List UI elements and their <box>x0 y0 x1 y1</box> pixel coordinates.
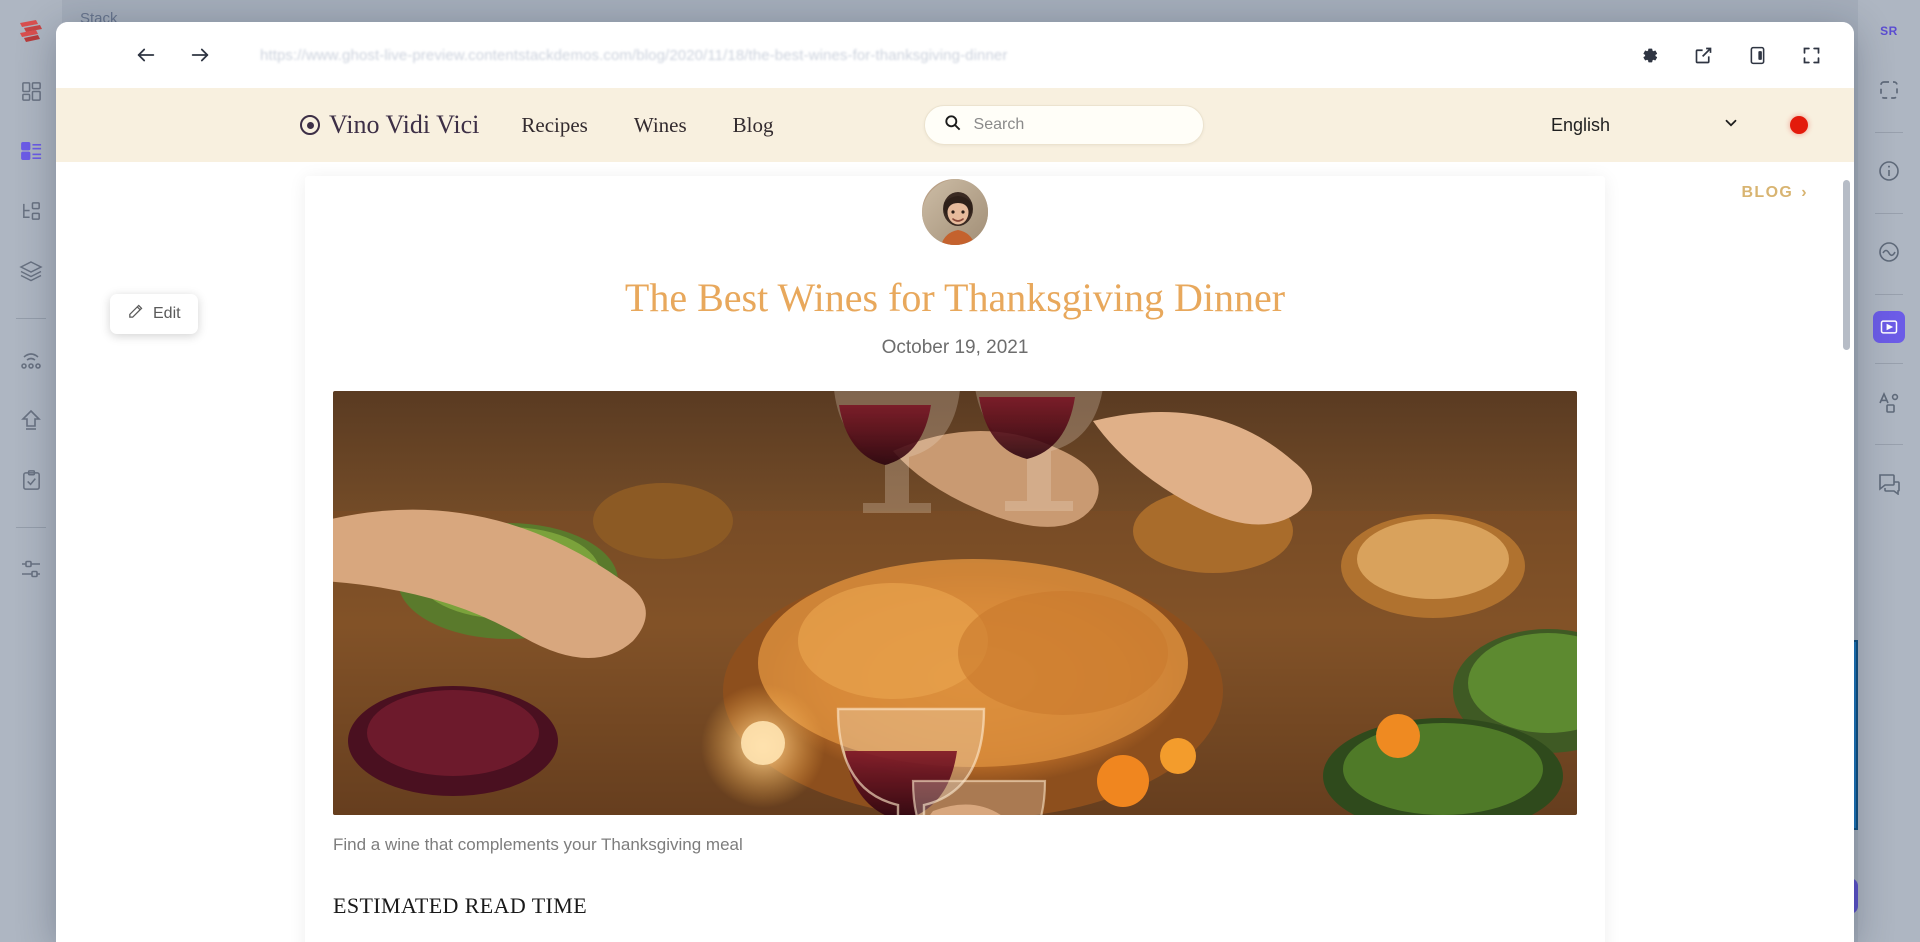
site-preview: Vino Vidi Vici Recipes Wines Blog Search… <box>56 88 1854 942</box>
avatar[interactable]: SR <box>1872 14 1906 48</box>
live-preview-play-icon[interactable] <box>1873 311 1905 343</box>
sidebar-item-content-types[interactable] <box>8 128 54 174</box>
sidebar-item-audit-log[interactable] <box>8 457 54 503</box>
screen-root: Stack SR https://www.ghost-live-preview.… <box>0 0 1920 942</box>
selection-frame-icon[interactable] <box>1867 68 1911 112</box>
sidebar-item-dashboard[interactable] <box>8 68 54 114</box>
preview-scrollbar-thumb[interactable] <box>1843 180 1850 350</box>
edit-button-label: Edit <box>153 305 181 322</box>
language-value: English <box>1550 114 1610 135</box>
info-icon[interactable] <box>1867 149 1911 193</box>
nav-item-wines[interactable]: Wines <box>634 113 687 138</box>
sidebar-divider-2 <box>16 527 46 528</box>
sidebar-item-assets[interactable] <box>8 248 54 294</box>
site-nav: Recipes Wines Blog <box>521 113 773 138</box>
site-logo[interactable]: Vino Vidi Vici <box>300 110 479 140</box>
activity-icon[interactable] <box>1867 230 1911 274</box>
site-header: Vino Vidi Vici Recipes Wines Blog Search… <box>56 88 1854 162</box>
page-title: The Best Wines for Thanksgiving Dinner <box>624 275 1286 320</box>
breadcrumb-blog[interactable]: BLOG <box>1741 184 1793 202</box>
article-card: The Best Wines for Thanksgiving Dinner O… <box>305 176 1605 942</box>
device-preview-icon[interactable] <box>1746 44 1768 66</box>
right-divider-2 <box>1875 213 1903 214</box>
author-avatar <box>919 176 991 248</box>
sidebar-item-publish-queue[interactable] <box>8 397 54 443</box>
sidebar-divider <box>16 318 46 319</box>
search-icon <box>943 113 962 137</box>
comments-icon[interactable] <box>1867 461 1911 505</box>
chevron-down-icon[interactable] <box>1722 114 1740 136</box>
section-heading-read-time: ESTIMATED READ TIME <box>333 893 588 918</box>
sidebar-item-settings[interactable] <box>8 546 54 592</box>
brand-name: Vino Vidi Vici <box>329 110 480 139</box>
url-bar[interactable]: https://www.ghost-live-preview.contentst… <box>260 47 1638 64</box>
sidebar-item-live-preview[interactable] <box>8 337 54 383</box>
back-button[interactable] <box>126 35 166 75</box>
settings-gear-icon[interactable] <box>1638 44 1660 66</box>
search-box[interactable] <box>923 105 1204 145</box>
edit-button[interactable]: Edit <box>110 294 198 334</box>
record-indicator <box>1790 116 1808 134</box>
right-divider-1 <box>1875 132 1903 133</box>
forward-button[interactable] <box>180 35 220 75</box>
sidebar-item-entries[interactable] <box>8 188 54 234</box>
fullscreen-icon[interactable] <box>1800 44 1822 66</box>
right-divider-5 <box>1875 444 1903 445</box>
language-selector[interactable]: English <box>1551 114 1748 136</box>
image-caption: Find a wine that complements your Thanks… <box>333 835 743 854</box>
wine-drop-icon <box>300 115 320 135</box>
open-external-icon[interactable] <box>1692 44 1714 66</box>
left-sidebar <box>0 0 62 942</box>
live-preview-window: https://www.ghost-live-preview.contentst… <box>56 22 1854 942</box>
right-divider-3 <box>1875 294 1903 295</box>
contentstack-logo-icon[interactable] <box>8 8 54 54</box>
nav-item-recipes[interactable]: Recipes <box>521 113 587 138</box>
pencil-icon <box>127 303 144 325</box>
hero-image <box>333 391 1577 815</box>
preview-toolbar: https://www.ghost-live-preview.contentst… <box>56 22 1854 88</box>
chevron-right-icon: › <box>1801 184 1808 201</box>
translate-icon[interactable] <box>1867 380 1911 424</box>
nav-item-blog[interactable]: Blog <box>733 113 774 138</box>
article-date: October 19, 2021 <box>881 337 1029 358</box>
right-sidebar: SR <box>1858 0 1920 942</box>
search-input[interactable] <box>973 116 1185 134</box>
right-divider-4 <box>1875 363 1903 364</box>
preview-toolbar-actions <box>1638 44 1822 66</box>
